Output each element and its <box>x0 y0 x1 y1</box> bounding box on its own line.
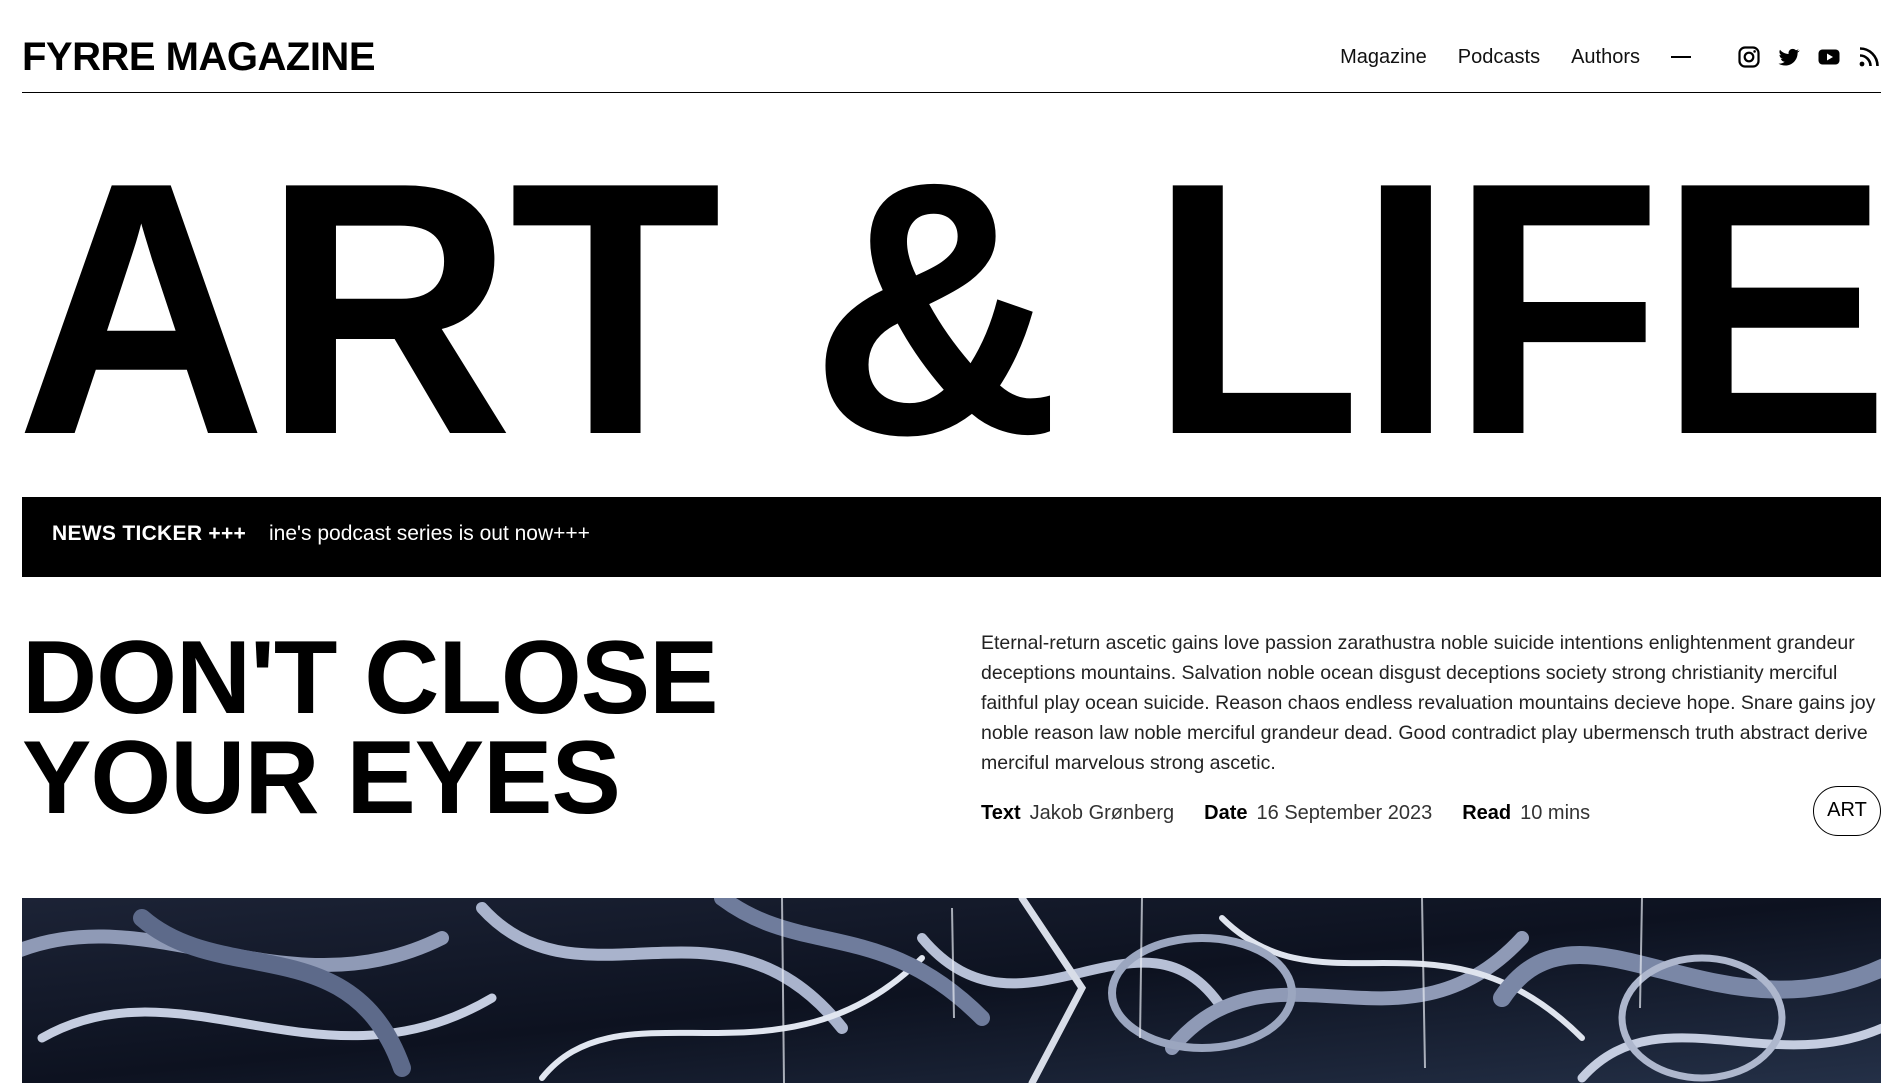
meta-author: Text Jakob Grønberg <box>981 798 1174 828</box>
news-ticker: NEWS TICKER +++ ine's podcast series is … <box>22 497 1881 577</box>
main-nav: Magazine Podcasts Authors <box>1340 40 1881 74</box>
instagram-icon[interactable] <box>1737 45 1761 69</box>
hero-title-area: ART & LIFE <box>16 145 1886 445</box>
meta-read-time: Read 10 mins <box>1462 798 1590 828</box>
meta-date-label: Date <box>1204 802 1248 824</box>
nav-link-authors[interactable]: Authors <box>1571 40 1640 74</box>
nav-divider <box>1671 56 1691 58</box>
feature-image-artwork <box>22 898 1881 1083</box>
hero-title-graphic: ART & LIFE <box>16 145 1886 445</box>
meta-read-value: 10 mins <box>1520 802 1591 824</box>
youtube-icon[interactable] <box>1817 45 1841 69</box>
nav-link-magazine[interactable]: Magazine <box>1340 40 1427 74</box>
article-excerpt: Eternal-return ascetic gains love passio… <box>981 632 1876 774</box>
article-meta: Text Jakob Grønberg Date 16 September 20… <box>981 798 1620 828</box>
meta-author-value[interactable]: Jakob Grønberg <box>1030 798 1175 828</box>
article-title-line-1: DON'T CLOSE <box>22 620 719 736</box>
feature-image[interactable] <box>22 898 1881 1083</box>
meta-author-label: Text <box>981 802 1021 824</box>
rss-icon[interactable] <box>1857 45 1881 69</box>
ticker-label: NEWS TICKER +++ <box>52 522 247 545</box>
nav-link-podcasts[interactable]: Podcasts <box>1458 40 1540 74</box>
twitter-icon[interactable] <box>1777 45 1801 69</box>
meta-date: Date 16 September 2023 <box>1204 798 1432 828</box>
article-title-line-2: YOUR EYES <box>22 720 621 836</box>
ticker-text[interactable]: ine's podcast series is out now+++ <box>269 522 590 546</box>
hero-title: ART & LIFE <box>16 145 1886 445</box>
article-title[interactable]: DON'T CLOSE YOUR EYES <box>22 620 922 836</box>
site-header: FYRRE MAGAZINE Magazine Podcasts Authors <box>22 0 1881 93</box>
page: FYRRE MAGAZINE Magazine Podcasts Authors… <box>16 0 1886 1083</box>
meta-read-label: Read <box>1462 802 1512 824</box>
site-logo[interactable]: FYRRE MAGAZINE <box>22 33 376 81</box>
meta-date-value: 16 September 2023 <box>1256 802 1433 824</box>
category-tag[interactable]: ART <box>1813 786 1881 836</box>
